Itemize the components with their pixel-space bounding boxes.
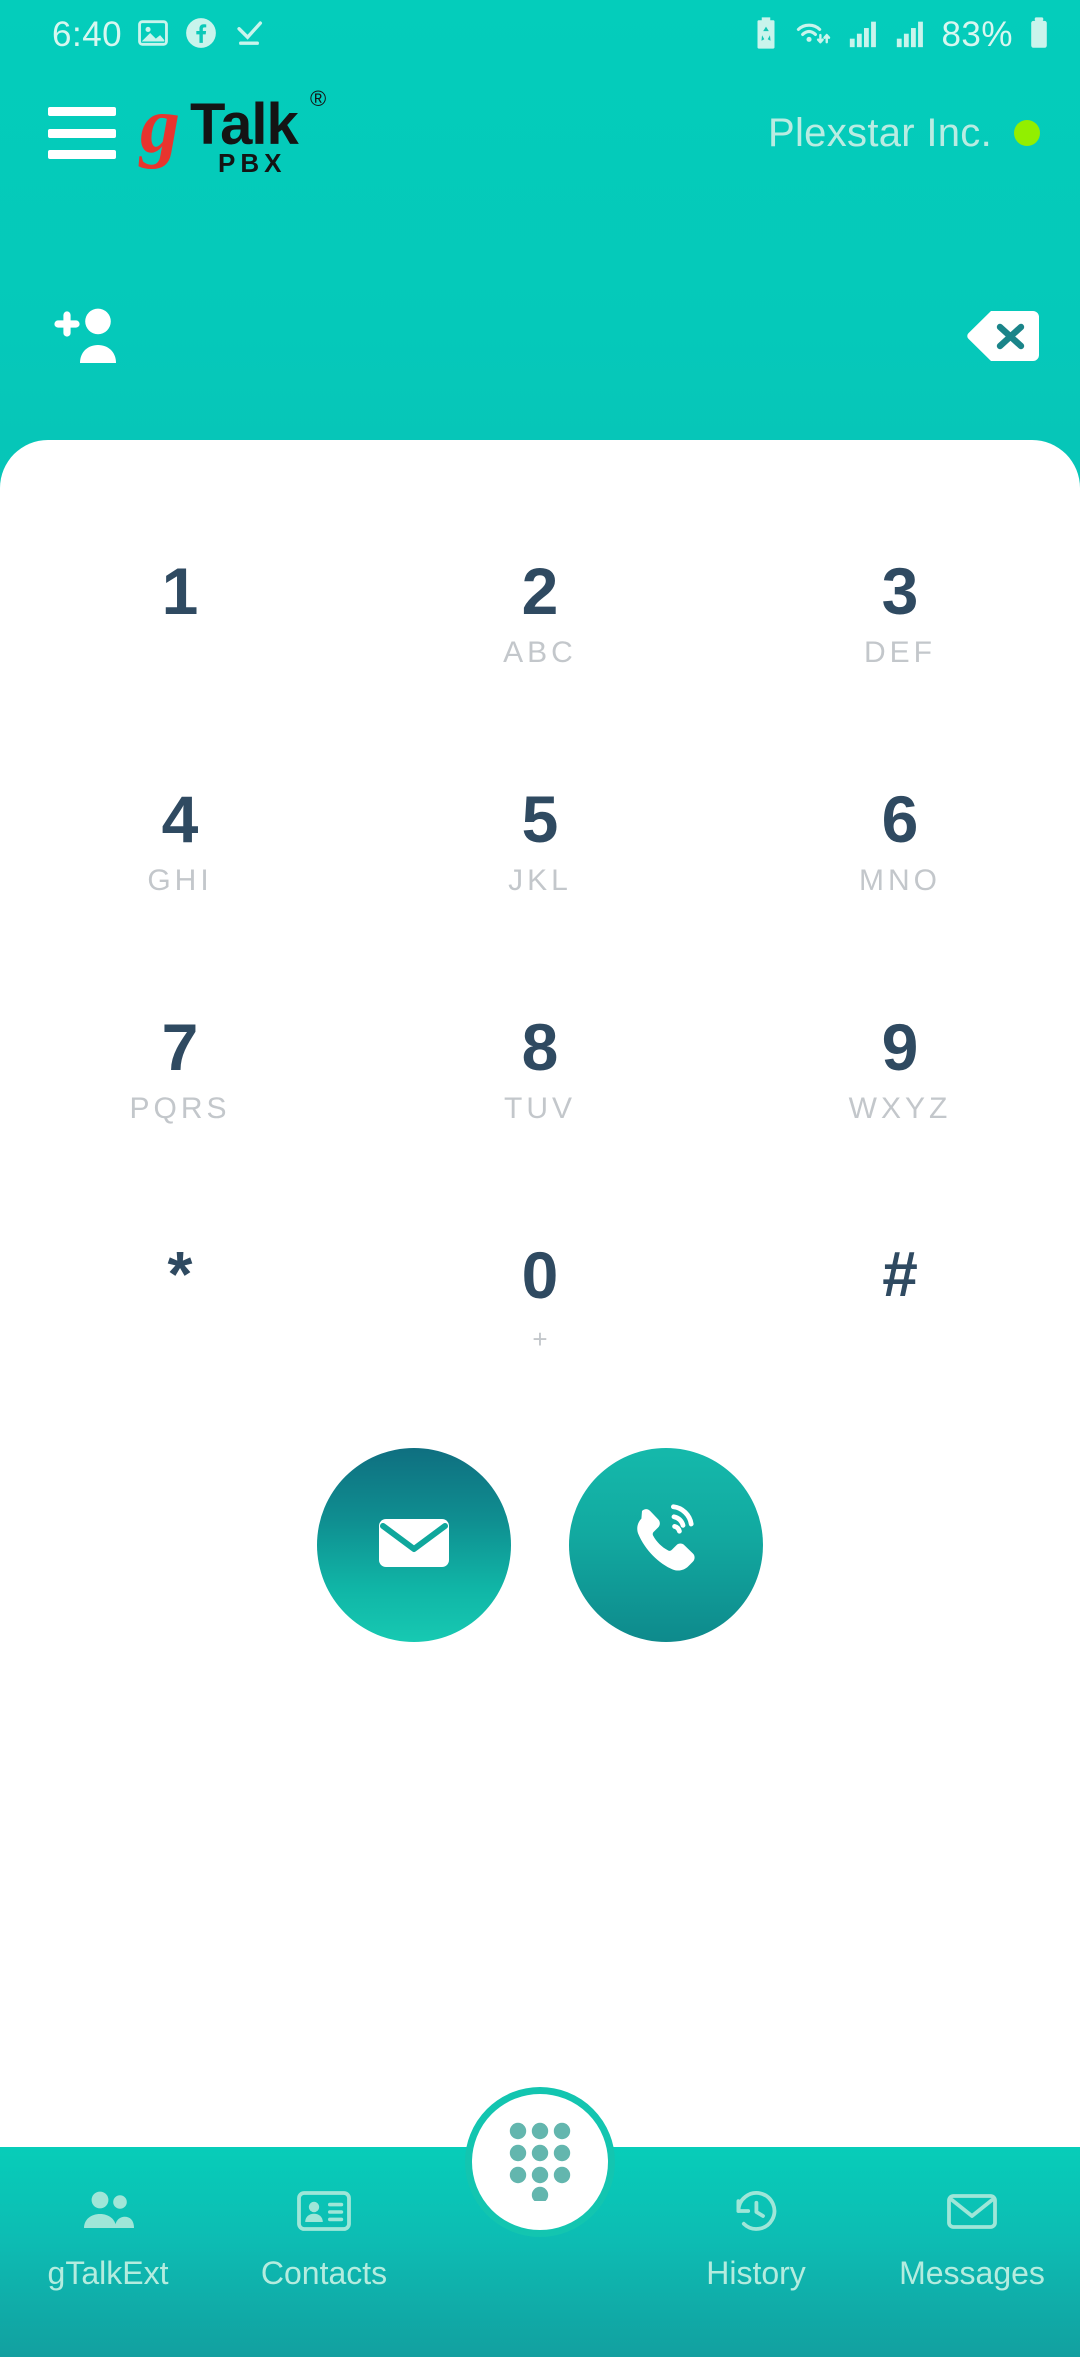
app-header: g Talk ® PBX Plexstar Inc. <box>0 78 1080 188</box>
envelope-outline-icon <box>944 2181 1000 2241</box>
nav-label: History <box>706 2255 806 2291</box>
key-digit: * <box>167 1238 193 1310</box>
company-indicator[interactable]: Plexstar Inc. <box>768 111 1040 156</box>
contact-card-icon <box>296 2181 352 2241</box>
facebook-icon <box>184 16 218 55</box>
signal-bars-sim1-icon <box>847 16 881 55</box>
hamburger-line <box>48 107 116 116</box>
key-digit: 4 <box>161 782 199 856</box>
dialpad-key-9[interactable]: 9 WXYZ <box>720 966 1080 1194</box>
key-subtext: MNO <box>859 864 941 897</box>
hamburger-menu-icon[interactable] <box>48 107 116 159</box>
key-digit: 6 <box>881 782 919 856</box>
key-digit: 7 <box>161 1010 199 1084</box>
download-complete-icon <box>232 16 266 55</box>
key-digit: 5 <box>521 782 559 856</box>
key-subtext: TUV <box>504 1092 576 1125</box>
hamburger-line <box>48 128 116 138</box>
nav-label: gTalkExt <box>47 2255 169 2291</box>
nav-item-contacts[interactable]: Contacts <box>216 2147 432 2289</box>
place-call-button[interactable] <box>569 1448 763 1642</box>
key-subtext: DEF <box>864 636 936 669</box>
nav-label: Messages <box>899 2255 1045 2291</box>
dialpad-key-8[interactable]: 8 TUV <box>360 966 720 1194</box>
key-subtext: WXYZ <box>848 1092 952 1125</box>
envelope-icon <box>376 1513 452 1578</box>
nav-item-gtalkext[interactable]: gTalkExt <box>0 2147 216 2289</box>
nav-label: Contacts <box>260 2255 388 2291</box>
dialpad-key-1[interactable]: 1 <box>0 510 360 738</box>
people-icon <box>80 2181 136 2241</box>
history-clock-icon <box>728 2181 784 2241</box>
registered-mark-icon: ® <box>310 86 327 111</box>
dialpad-key-5[interactable]: 5 JKL <box>360 738 720 966</box>
dialpad-key-2[interactable]: 2 ABC <box>360 510 720 738</box>
battery-saver-icon <box>751 16 781 55</box>
dialpad-panel: 1 2 ABC 3 DEF 4 GHI 5 JKL 6 MNO 7 PQRS 8… <box>0 440 1080 2357</box>
dialer-primary-actions <box>0 1448 1080 1642</box>
battery-icon <box>1026 16 1052 55</box>
key-digit: 2 <box>521 554 559 628</box>
signal-bars-sim2-icon <box>894 16 928 55</box>
dialpad-key-3[interactable]: 3 DEF <box>720 510 1080 738</box>
dialpad-keys: 1 2 ABC 3 DEF 4 GHI 5 JKL 6 MNO 7 PQRS 8… <box>0 510 1080 1422</box>
dialpad-key-7[interactable]: 7 PQRS <box>0 966 360 1194</box>
key-subtext: PQRS <box>129 1092 231 1125</box>
status-bar: 6:40 83% <box>0 0 1080 70</box>
add-person-icon[interactable] <box>48 305 128 372</box>
dialpad-key-6[interactable]: 6 MNO <box>720 738 1080 966</box>
key-digit: 3 <box>881 554 919 628</box>
status-bar-right: 83% <box>751 15 1052 55</box>
phone-call-icon <box>623 1500 709 1591</box>
dialpad-fab-button[interactable] <box>465 2087 615 2237</box>
key-subtext: JKL <box>508 864 572 897</box>
nav-item-messages[interactable]: Messages <box>864 2147 1080 2289</box>
online-status-dot <box>1014 120 1040 146</box>
key-subtext: + <box>532 1324 548 1354</box>
gallery-icon <box>136 16 170 55</box>
dialpad-key-0[interactable]: 0 + <box>360 1194 720 1422</box>
key-subtext: GHI <box>147 864 213 897</box>
wifi-icon <box>794 16 834 55</box>
dialpad-key-star[interactable]: * <box>0 1194 360 1422</box>
dialer-action-row <box>0 288 1080 388</box>
battery-percent-label: 83% <box>941 15 1013 54</box>
dialpad-icon <box>503 2119 577 2206</box>
key-subtext: ABC <box>503 636 577 669</box>
dialer-screen: 6:40 83% g Talk ® PBX Plexstar Inc. 1 2 … <box>0 0 1080 2357</box>
dialpad-key-4[interactable]: 4 GHI <box>0 738 360 966</box>
dialpad-key-hash[interactable]: # <box>720 1194 1080 1422</box>
nav-item-history[interactable]: History <box>648 2147 864 2289</box>
gtalk-pbx-logo: g Talk ® PBX <box>140 86 326 178</box>
hamburger-line <box>48 150 116 159</box>
key-digit: 0 <box>521 1238 559 1312</box>
key-digit: 1 <box>161 554 199 628</box>
key-digit: # <box>882 1238 918 1310</box>
status-bar-left: 6:40 <box>52 15 266 55</box>
send-message-button[interactable] <box>317 1448 511 1642</box>
backspace-delete-icon[interactable] <box>966 308 1040 369</box>
logo-g-letter: g <box>140 82 180 170</box>
status-time: 6:40 <box>52 15 123 54</box>
key-digit: 8 <box>521 1010 559 1084</box>
logo-pbx-text: PBX <box>218 148 287 178</box>
company-name-label: Plexstar Inc. <box>768 110 992 155</box>
key-digit: 9 <box>881 1010 919 1084</box>
logo-talk-text: Talk <box>190 92 299 157</box>
